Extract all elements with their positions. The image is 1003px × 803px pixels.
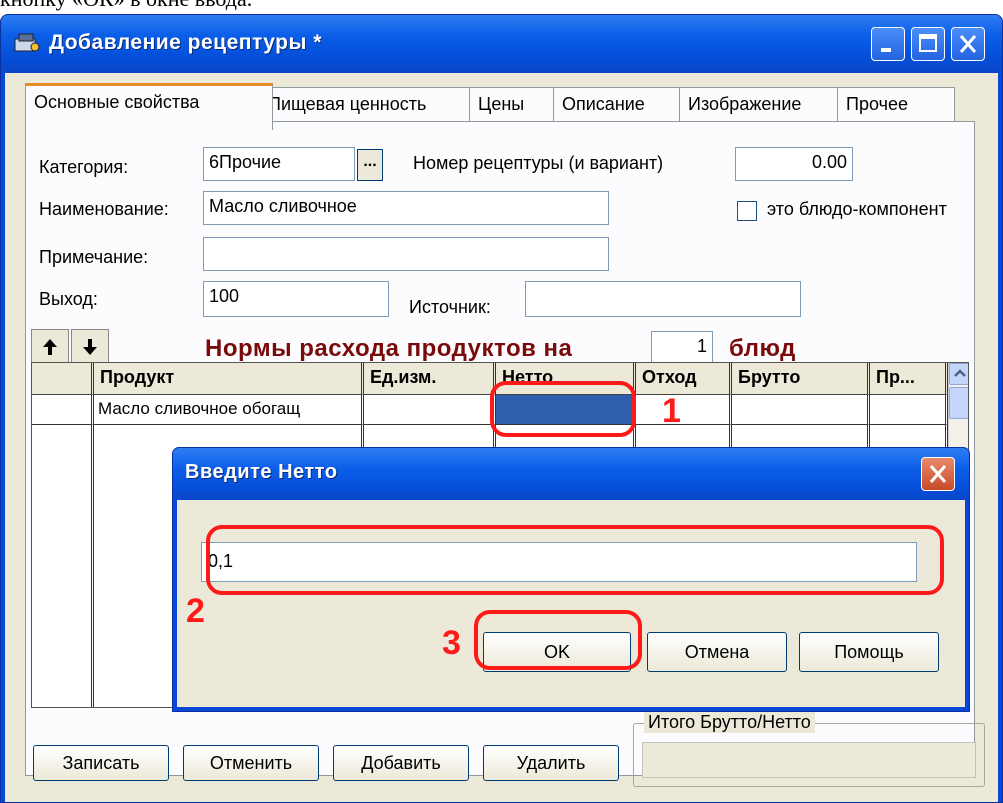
arrow-up-icon (43, 339, 57, 355)
close-icon (929, 465, 947, 483)
annotation-ring-2 (206, 525, 944, 595)
portions-field[interactable]: 1 (651, 331, 713, 365)
minimize-button[interactable] (871, 27, 905, 61)
annotation-mark-3: 3 (442, 624, 461, 662)
maximize-icon (919, 34, 937, 52)
window-titlebar[interactable]: Добавление рецептуры * (1, 15, 1002, 73)
dialog-close-button[interactable] (921, 457, 955, 491)
component-checkbox-label: это блюдо-компонент (767, 199, 947, 219)
grid-header-other[interactable]: Пр... (870, 363, 948, 395)
note-label: Примечание: (39, 247, 149, 267)
category-browse-button[interactable]: ... (357, 149, 383, 181)
cell-product[interactable]: Масло сливочное обогащ (94, 395, 364, 425)
category-label: Категория: (39, 157, 129, 177)
grid-header-brutto[interactable]: Брутто (732, 363, 870, 395)
annotation-mark-1: 1 (662, 392, 681, 430)
grid-header-indicator (32, 363, 94, 395)
move-down-button[interactable] (71, 329, 109, 365)
grid-header-unit[interactable]: Ед.изм. (364, 363, 496, 395)
delete-button[interactable]: Удалить (483, 745, 619, 781)
annotation-mark-2: 2 (186, 592, 205, 630)
dialog-titlebar[interactable]: Введите Нетто (173, 448, 969, 500)
totals-label: Итого Брутто/Нетто (644, 712, 815, 733)
maximize-button[interactable] (911, 27, 945, 61)
close-button[interactable] (951, 27, 985, 61)
output-label: Выход: (39, 289, 98, 309)
name-field[interactable]: Масло сливочное (203, 191, 609, 225)
cell-brutto[interactable] (732, 395, 870, 425)
row-indicator[interactable] (32, 395, 94, 425)
recipe-number-field[interactable]: 0.00 (735, 147, 853, 181)
dialog-cancel-button[interactable]: Отмена (647, 632, 787, 672)
arrow-down-icon (83, 339, 97, 355)
cell-unit[interactable] (364, 395, 496, 425)
grid-header-product[interactable]: Продукт (94, 363, 364, 395)
category-field[interactable]: 6Прочие (203, 147, 355, 181)
add-button[interactable]: Добавить (333, 745, 469, 781)
cell-waste[interactable] (636, 395, 732, 425)
recipe-number-label: Номер рецептуры (и вариант) (413, 153, 664, 173)
move-up-button[interactable] (31, 329, 69, 365)
scroll-thumb[interactable] (949, 387, 968, 419)
window-title: Добавление рецептуры * (49, 31, 322, 54)
note-field[interactable] (203, 237, 609, 271)
annotation-ring-1 (490, 381, 636, 437)
scroll-up-button[interactable] (949, 363, 968, 385)
annotation-ring-3 (474, 610, 642, 670)
norms-heading: Нормы расхода продуктов на (205, 335, 573, 362)
source-label: Источник: (409, 297, 491, 317)
save-button[interactable]: Записать (33, 745, 169, 781)
empty-rows-col-0 (32, 425, 94, 707)
close-icon (959, 35, 977, 53)
name-label: Наименование: (39, 199, 169, 219)
caption-text: кнопку «ОК» в окне ввода. (0, 0, 252, 12)
cancel-edit-button[interactable]: Отменить (183, 745, 319, 781)
app-icon (14, 33, 40, 52)
dialog-title: Введите Нетто (185, 461, 338, 483)
totals-field (642, 742, 976, 778)
totals-group: Итого Брутто/Нетто (633, 712, 985, 787)
norms-heading-suffix: блюд (729, 335, 796, 362)
tab-main-properties[interactable]: Основные свойства (25, 83, 273, 130)
component-checkbox[interactable] (737, 201, 757, 221)
grid-header-waste[interactable]: Отход (636, 363, 732, 395)
chevron-up-icon (954, 369, 966, 377)
minimize-icon (881, 48, 891, 52)
help-button[interactable]: Помощь (799, 632, 939, 672)
cell-other[interactable] (870, 395, 948, 425)
output-field[interactable]: 100 (203, 281, 389, 317)
source-field[interactable] (525, 281, 801, 317)
